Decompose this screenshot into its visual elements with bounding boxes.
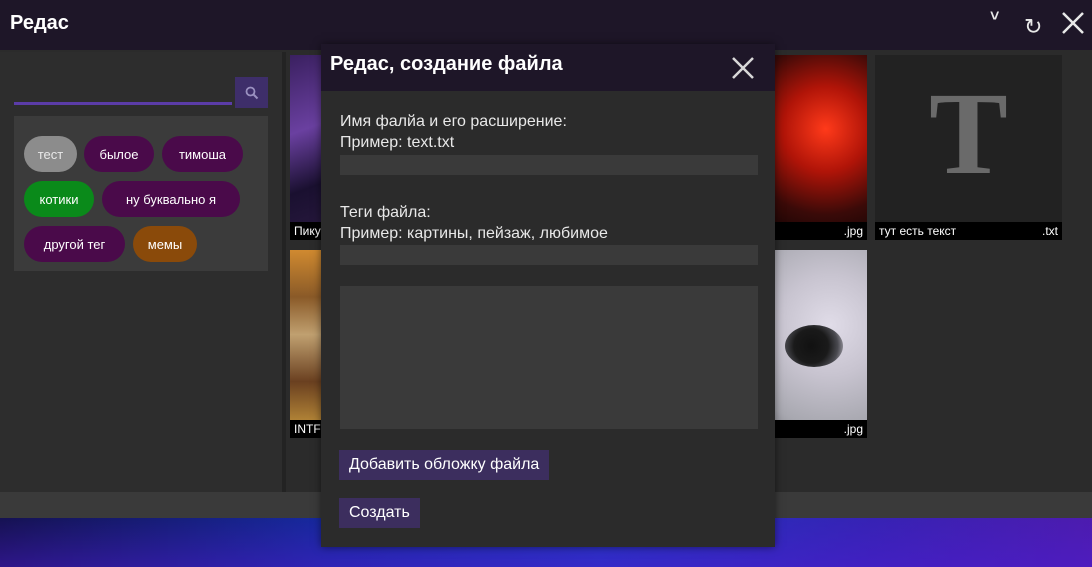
tag-byloe[interactable]: былое (84, 136, 154, 172)
tag-drugoy-teg[interactable]: другой тег (24, 226, 125, 262)
file-name: Пику (294, 224, 321, 238)
search-input[interactable] (14, 77, 232, 105)
file-caption: .jpg (775, 222, 867, 240)
tag-nu-bukvalno-ya[interactable]: ну буквально я (102, 181, 240, 217)
file-tags-example: Пример: картины, пейзаж, любимое (340, 225, 608, 242)
file-name-example: Пример: text.txt (340, 134, 455, 151)
file-extension: .txt (1041, 224, 1058, 238)
file-thumbnail[interactable]: T тут есть текст .txt (875, 55, 1062, 240)
file-thumbnail[interactable]: .jpg (775, 55, 867, 240)
file-caption: .jpg (775, 420, 867, 438)
search-bar (14, 77, 268, 109)
add-cover-button[interactable]: Добавить обложку файла (339, 450, 550, 480)
app-title: Редас (10, 12, 69, 34)
tag-memy[interactable]: мемы (133, 226, 197, 262)
dialog-title: Редас, создание файла (330, 53, 563, 75)
sidebar: тест былое тимоша котики ну буквально я … (0, 52, 282, 492)
dialog-header: Редас, создание файла (321, 44, 775, 91)
file-content-textarea[interactable] (340, 286, 758, 429)
file-extension: .jpg (843, 224, 863, 238)
tags-panel: тест былое тимоша котики ну буквально я … (14, 116, 268, 271)
file-extension: .jpg (843, 422, 863, 436)
eye-image (785, 325, 843, 367)
tag-timosha[interactable]: тимоша (162, 136, 243, 172)
collapse-button[interactable]: ˅ (990, 8, 999, 26)
close-icon[interactable] (1060, 10, 1086, 36)
create-file-dialog: Редас, создание файла Имя фалйа и его ра… (321, 44, 775, 547)
file-tags-label: Теги файла: (340, 204, 431, 221)
create-button[interactable]: Создать (339, 498, 420, 528)
file-tags-input[interactable] (340, 245, 758, 265)
tag-kotiki[interactable]: котики (24, 181, 94, 217)
tag-test[interactable]: тест (24, 136, 77, 172)
file-name-input[interactable] (340, 155, 758, 175)
title-bar: Редас ˅ ↻ (0, 0, 1092, 50)
text-file-icon: T (929, 68, 1008, 199)
refresh-icon[interactable]: ↻ (1024, 14, 1042, 40)
file-caption: тут есть текст .txt (875, 222, 1062, 240)
search-button[interactable] (235, 77, 268, 108)
dialog-close-icon[interactable] (729, 54, 757, 82)
file-name: тут есть текст (879, 224, 957, 238)
file-name: INTF (294, 422, 321, 436)
search-icon (245, 86, 258, 99)
file-thumbnail[interactable]: .jpg (775, 250, 867, 438)
file-name-label: Имя фалйа и его расширение: (340, 113, 567, 130)
